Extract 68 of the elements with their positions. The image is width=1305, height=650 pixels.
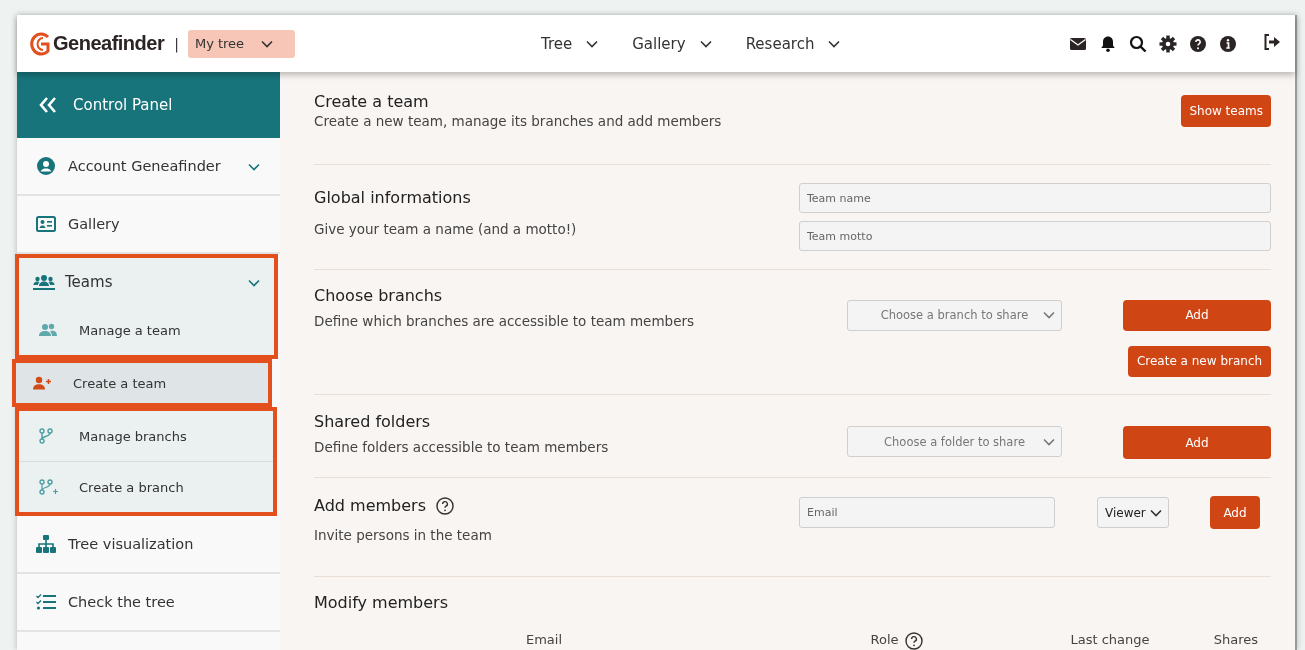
email-field[interactable]: Email (799, 497, 1055, 529)
chevron-down-icon (1043, 311, 1055, 320)
chevron-down-icon (1150, 508, 1162, 517)
chevron-down-icon (586, 39, 599, 48)
dropdown[interactable]: Choose a folder to share (847, 426, 1062, 458)
sidebar-item[interactable]: Check the tree (17, 574, 280, 632)
double-chevron-left-icon (39, 97, 57, 113)
help-icon[interactable] (1189, 34, 1207, 53)
create-branch-button[interactable]: Create a new branch (1128, 345, 1271, 377)
control-panel-header[interactable]: Control Panel (17, 72, 280, 138)
add-person-icon (33, 376, 51, 390)
chevron-down-icon (699, 39, 712, 48)
section-title: Add members (314, 496, 426, 516)
section-description: Invite persons in the team (314, 527, 493, 544)
section-description: Give your team a name (and a motto!) (314, 221, 578, 238)
help-icon[interactable] (904, 632, 923, 650)
add-button[interactable]: Add (1123, 299, 1271, 331)
chevron-down-icon (260, 39, 273, 48)
section-title: Choose branchs (314, 285, 443, 305)
logo[interactable]: Geneafinder (27, 27, 165, 60)
nav-menu[interactable]: Research (745, 34, 841, 53)
logout-icon[interactable] (1263, 32, 1281, 51)
tree-dropdown[interactable]: My tree (187, 29, 295, 58)
text-field[interactable]: Team name (799, 183, 1271, 214)
section-title: Modify members (314, 593, 449, 612)
section-description: Define which branches are accessible to team members (314, 312, 696, 329)
add-button[interactable]: Add (1123, 426, 1271, 460)
text-field[interactable]: Team motto (799, 221, 1271, 252)
chevron-down-icon (1043, 437, 1055, 446)
section-title: Global informations (314, 188, 471, 208)
group-icon (33, 273, 55, 290)
sidebar-subitem[interactable]: Create a branch (19, 462, 273, 512)
settings-icon[interactable] (1159, 34, 1177, 53)
bell-icon[interactable] (1099, 34, 1117, 53)
column-header: Role (870, 632, 899, 649)
chevron-down-icon (828, 39, 841, 48)
user-circle-icon (37, 157, 55, 175)
search-icon[interactable] (1129, 34, 1147, 53)
section-description: Create a new team, manage its branches and add members (314, 113, 723, 129)
hierarchy-icon (36, 535, 56, 553)
add-branch-icon (39, 479, 59, 495)
sidebar-item[interactable]: Account Geneafinder (17, 138, 280, 196)
id-card-icon (36, 216, 56, 232)
role-dropdown[interactable]: Viewer (1097, 497, 1169, 529)
sidebar-subitem[interactable]: Manage branchs (19, 411, 273, 462)
help-icon[interactable] (436, 496, 454, 515)
two-people-icon (39, 323, 57, 337)
nav-menu[interactable]: Tree (540, 34, 599, 53)
column-header: Last change (1070, 632, 1150, 649)
dropdown[interactable]: Choose a branch to share (847, 299, 1062, 331)
column-header: Shares (1213, 632, 1259, 649)
show-teams-button[interactable]: Show teams (1181, 95, 1271, 127)
separator: | (174, 35, 179, 52)
sidebar-item[interactable]: Tree visualization (17, 516, 280, 574)
sidebar-item[interactable]: Teams (19, 258, 274, 305)
branch-icon (39, 428, 53, 444)
checklist-icon (36, 594, 56, 610)
column-header: Email (525, 632, 563, 649)
chevron-down-icon (248, 163, 260, 171)
info-icon[interactable] (1219, 34, 1237, 53)
section-title: Create a team (314, 92, 429, 111)
nav-menu[interactable]: Gallery (632, 34, 712, 53)
panel-title: Control Panel (73, 96, 173, 114)
section-title: Shared folders (314, 412, 431, 432)
section-description: Define folders accessible to team members (314, 439, 610, 456)
sidebar-subitem[interactable]: Manage a team (19, 305, 274, 355)
chevron-down-icon (248, 278, 260, 287)
add-button[interactable]: Add (1210, 496, 1260, 530)
